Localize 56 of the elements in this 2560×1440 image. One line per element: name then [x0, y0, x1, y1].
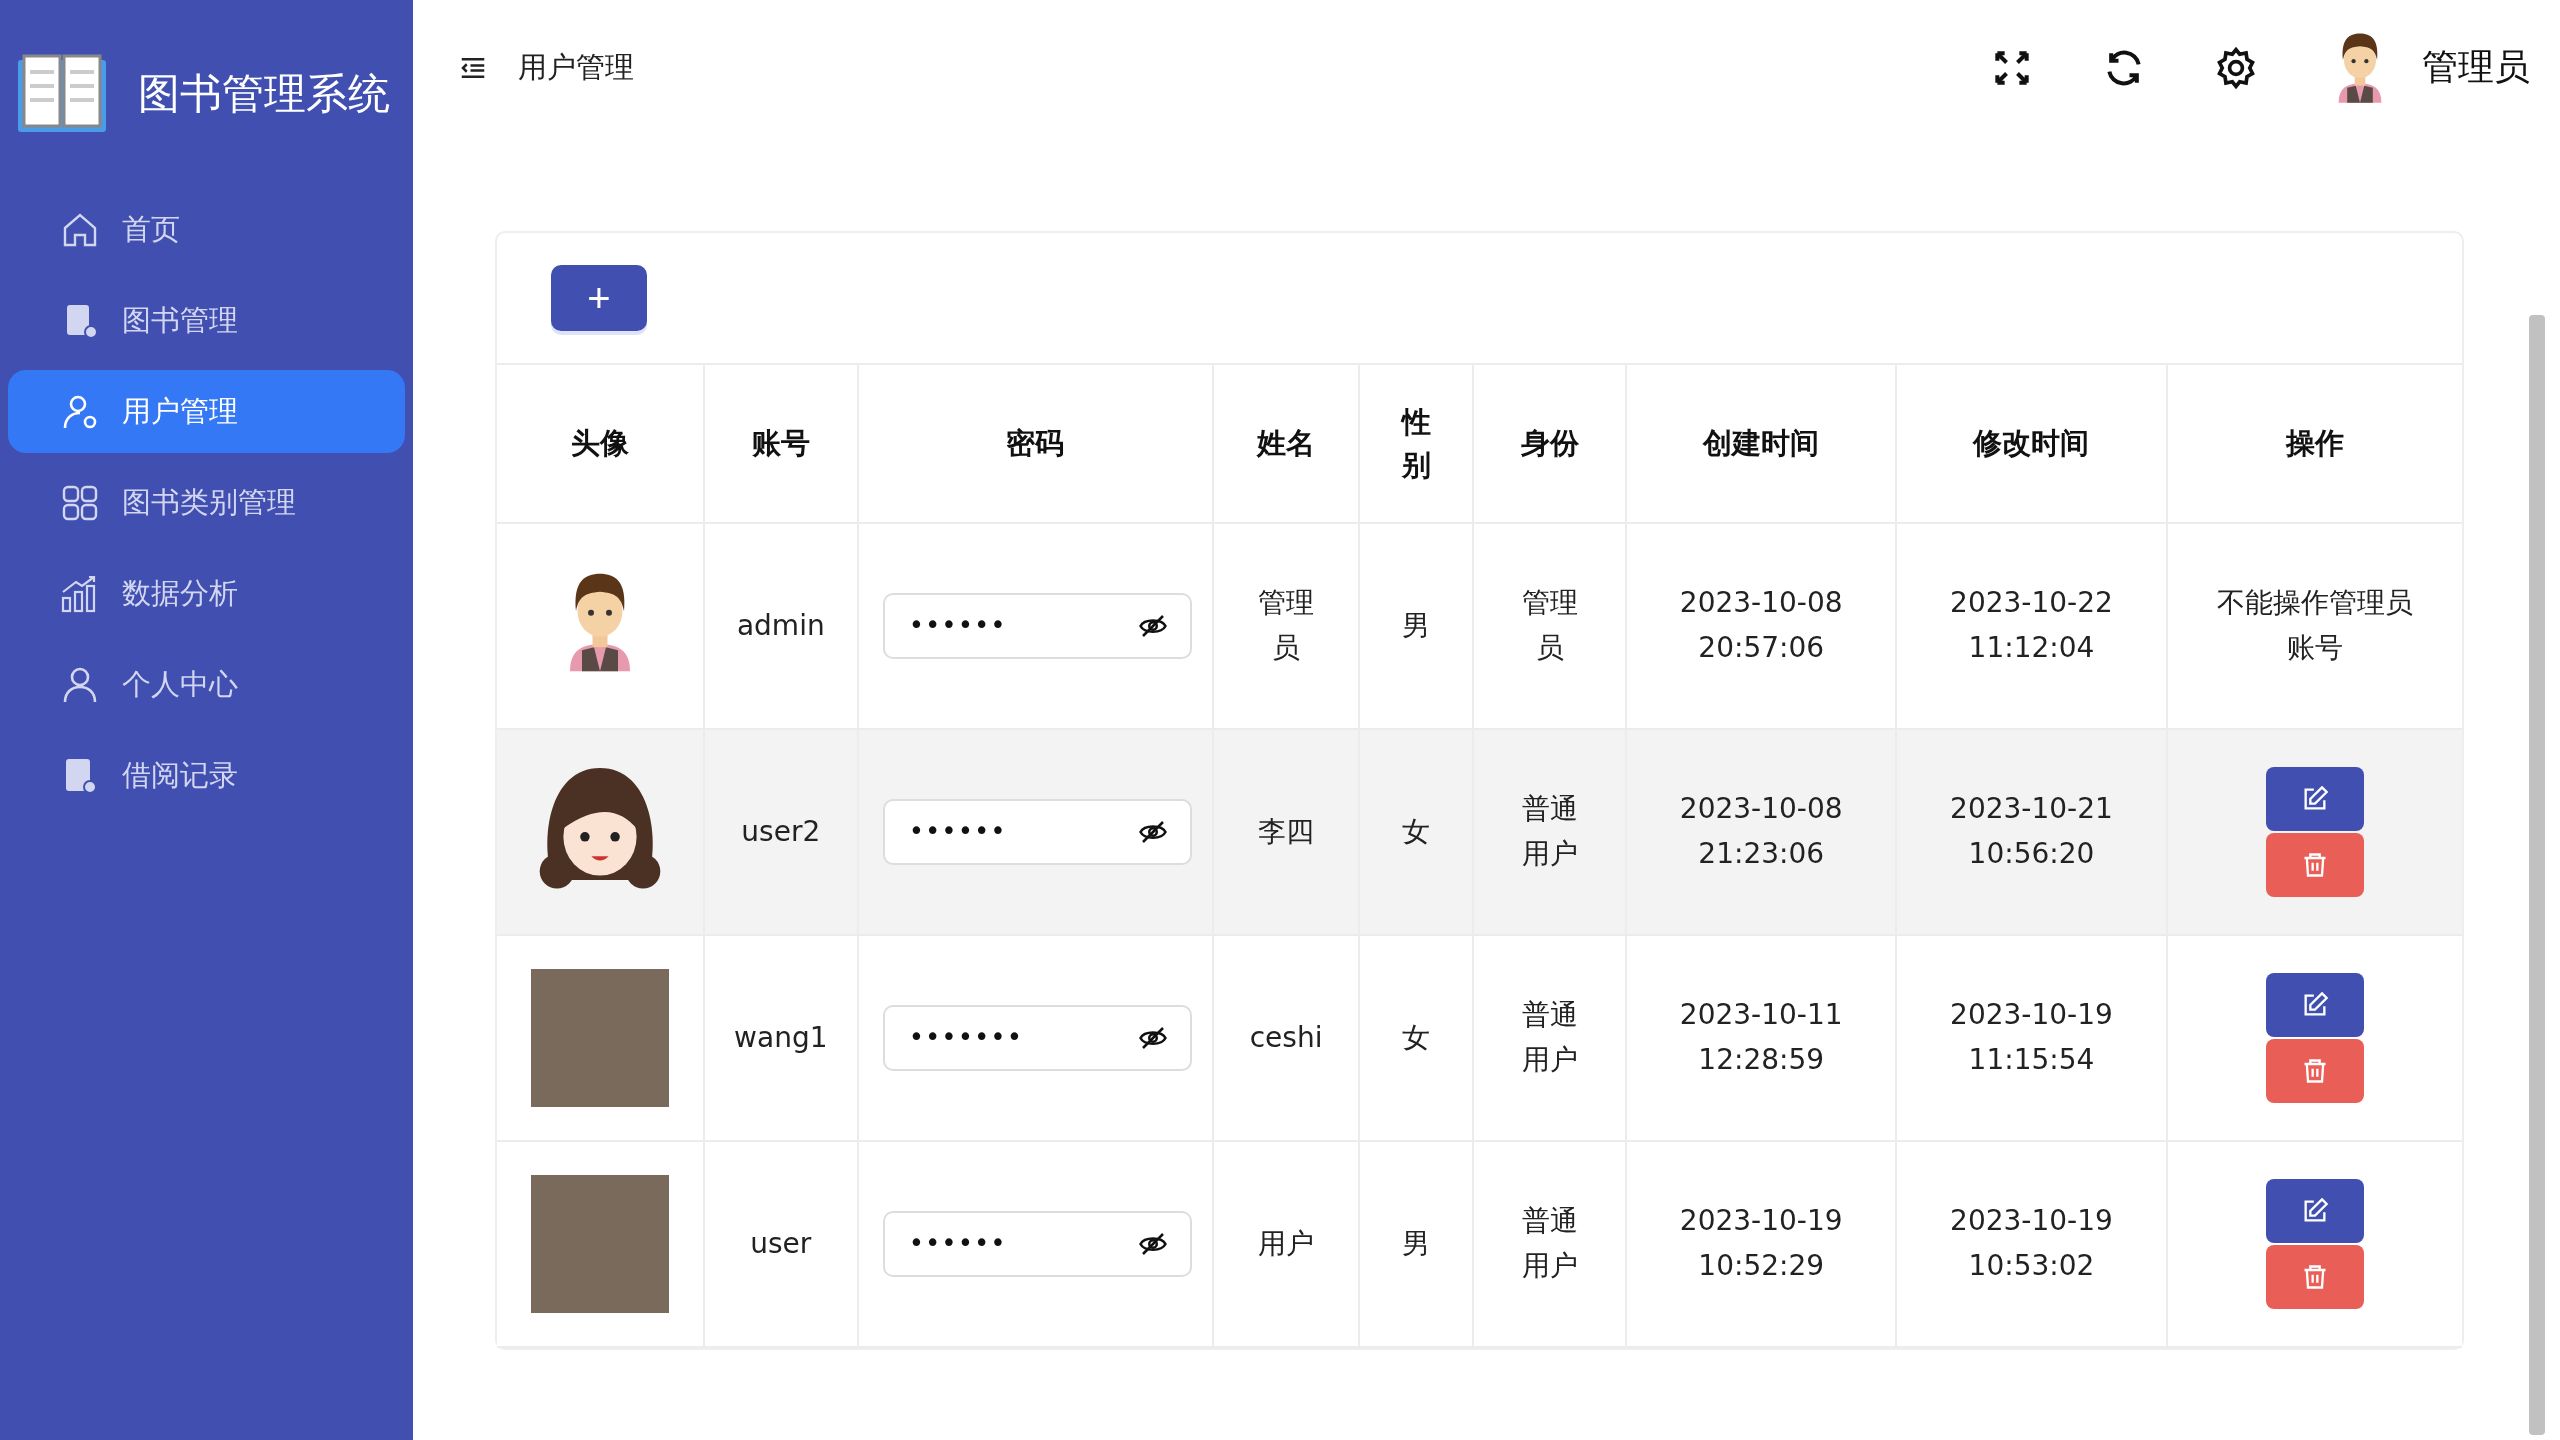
- user-name[interactable]: 管理员: [2422, 43, 2530, 92]
- sidebar-item[interactable]: 个人中心: [8, 643, 405, 726]
- table-cell-text: user: [750, 1225, 812, 1262]
- table-cell-text: admin: [736, 607, 825, 644]
- table-cell-text: 管理员: [1257, 585, 1316, 666]
- column-header: 姓名: [1257, 425, 1316, 463]
- table-cell-text: 2023-10-19 11:15:54: [1949, 997, 2114, 1078]
- table-cell-text: 2023-10-21 10:56:20: [1949, 791, 2114, 872]
- table-cell-text: 2023-10-08 20:57:06: [1678, 585, 1844, 666]
- delete-button[interactable]: [2265, 1039, 2364, 1103]
- table-cell-text: 女: [1402, 813, 1431, 850]
- table-cell-text: 2023-10-11 12:28:59: [1678, 997, 1844, 1078]
- table-cell-text: 普通用户: [1520, 791, 1579, 872]
- table-cell-text: 不能操作管理员账号: [2215, 585, 2414, 666]
- column-header: 性别: [1400, 404, 1432, 484]
- edit-button[interactable]: [2265, 767, 2364, 831]
- delete-button[interactable]: [2265, 1245, 2364, 1309]
- table-cell-text: 普通用户: [1520, 1203, 1579, 1284]
- scrollbar-thumb[interactable]: [2529, 315, 2545, 1435]
- sidebar-item[interactable]: 数据分析: [8, 552, 405, 635]
- delete-button[interactable]: [2265, 833, 2364, 897]
- table-cell-text: 2023-10-22 11:12:04: [1949, 585, 2114, 666]
- column-header: 身份: [1520, 425, 1579, 463]
- table-cell-text: 用户: [1258, 1225, 1315, 1262]
- breadcrumb: 用户管理: [518, 48, 634, 86]
- column-header: 头像: [570, 425, 629, 463]
- table-cell-text: 2023-10-19 10:53:02: [1949, 1203, 2114, 1284]
- settings-icon[interactable]: [2214, 45, 2258, 90]
- column-header: 密码: [1006, 425, 1065, 463]
- table-cell-text: wang1: [734, 1019, 828, 1056]
- table-cell-text: 李四: [1258, 813, 1315, 850]
- edit-button[interactable]: [2265, 973, 2364, 1037]
- sidebar-item[interactable]: 图书管理: [8, 279, 405, 362]
- column-header: 修改时间: [1973, 425, 2090, 463]
- table-cell-text: user2: [741, 813, 821, 850]
- password-field[interactable]: ••••••: [882, 799, 1193, 865]
- password-field[interactable]: ••••••: [882, 1211, 1193, 1277]
- edit-button[interactable]: [2265, 1179, 2364, 1243]
- password-field[interactable]: •••••••: [882, 1005, 1193, 1071]
- table-cell-text: 2023-10-08 21:23:06: [1678, 791, 1844, 872]
- column-header: 操作: [2285, 425, 2344, 463]
- table-cell-text: ceshi: [1249, 1019, 1323, 1056]
- table-cell-text: 普通用户: [1520, 997, 1579, 1078]
- sidebar-item[interactable]: 借阅记录: [8, 734, 405, 817]
- table-cell-text: 男: [1402, 607, 1431, 644]
- table-cell-text: 女: [1402, 1019, 1431, 1056]
- column-header: 创建时间: [1703, 425, 1820, 463]
- sidebar-item[interactable]: 用户管理: [8, 370, 405, 453]
- sidebar-item[interactable]: 首页: [8, 188, 405, 271]
- sidebar-item[interactable]: 图书类别管理: [8, 461, 405, 544]
- table-cell-text: 管理员: [1520, 585, 1579, 666]
- app-title: 图书管理系统: [138, 68, 390, 120]
- table-cell-text: 2023-10-19 10:52:29: [1678, 1203, 1844, 1284]
- column-header: 账号: [751, 425, 810, 463]
- password-field[interactable]: ••••••: [882, 593, 1193, 659]
- table-cell-text: 男: [1402, 1225, 1431, 1262]
